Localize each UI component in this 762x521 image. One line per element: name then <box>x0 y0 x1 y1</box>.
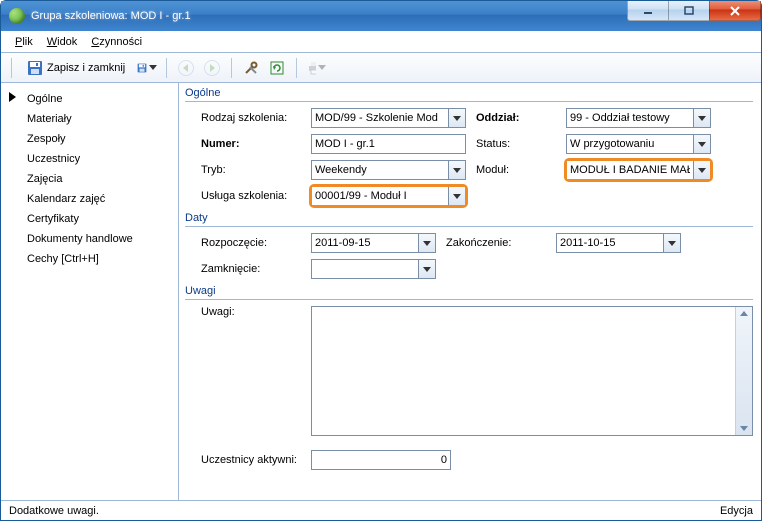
save-icon <box>137 60 147 76</box>
section-dates-legend: Daty <box>185 212 753 227</box>
label-rodzaj: Rodzaj szkolenia: <box>201 112 301 124</box>
status-left: Dodatkowe uwagi. <box>9 505 99 517</box>
window-title: Grupa szkoleniowa: MOD I - gr.1 <box>31 10 191 22</box>
date-start-input[interactable] <box>312 234 418 252</box>
label-start: Rozpoczęcie: <box>201 237 301 249</box>
section-notes: Uwagi Uwagi: Uczestnicy aktywni: <box>185 285 753 470</box>
sidebar-item-classes[interactable]: Zajęcia <box>5 169 174 189</box>
label-numer: Numer: <box>201 138 301 150</box>
dropdown-icon[interactable] <box>693 161 710 179</box>
section-notes-legend: Uwagi <box>185 285 753 300</box>
input-active[interactable] <box>311 450 451 470</box>
label-status: Status: <box>476 138 556 150</box>
sidebar-item-participants[interactable]: Uczestnicy <box>5 149 174 169</box>
combo-oddzial[interactable] <box>566 108 711 128</box>
sidebar-item-documents[interactable]: Dokumenty handlowe <box>5 229 174 249</box>
form-panel: Ogólne Rodzaj szkolenia: Oddział: Numer:… <box>179 83 761 500</box>
label-usluga: Usługa szkolenia: <box>201 190 301 202</box>
dropdown-icon[interactable] <box>418 234 435 252</box>
label-notes: Uwagi: <box>201 306 301 436</box>
tools-icon <box>243 60 259 76</box>
combo-rodzaj[interactable] <box>311 108 466 128</box>
section-dates: Daty Rozpoczęcie: Zakończenie: Zamknięci… <box>185 212 753 279</box>
combo-rodzaj-input[interactable] <box>312 109 448 127</box>
nav-forward-button[interactable] <box>201 57 223 79</box>
combo-status[interactable] <box>566 134 711 154</box>
label-active: Uczestnicy aktywni: <box>201 454 301 466</box>
label-end: Zakończenie: <box>446 237 546 249</box>
save-and-close-button[interactable]: Zapisz i zamknij <box>20 57 132 79</box>
date-close[interactable] <box>311 259 436 279</box>
combo-tryb-input[interactable] <box>312 161 448 179</box>
label-tryb: Tryb: <box>201 164 301 176</box>
combo-oddzial-input[interactable] <box>567 109 693 127</box>
menu-view[interactable]: Widok <box>41 34 84 50</box>
input-active-field[interactable] <box>312 451 450 469</box>
titlebar: Grupa szkoleniowa: MOD I - gr.1 <box>1 1 761 31</box>
sidebar-item-materials[interactable]: Materiały <box>5 109 174 129</box>
print-button[interactable] <box>305 57 327 79</box>
toolbar: Zapisz i zamknij <box>1 53 761 83</box>
date-start[interactable] <box>311 233 436 253</box>
date-end[interactable] <box>556 233 681 253</box>
dropdown-icon[interactable] <box>448 161 465 179</box>
combo-tryb[interactable] <box>311 160 466 180</box>
maximize-button[interactable] <box>668 1 710 21</box>
combo-status-input[interactable] <box>567 135 693 153</box>
sidebar-item-schedule[interactable]: Kalendarz zajęć <box>5 189 174 209</box>
status-right: Edycja <box>720 505 753 517</box>
sidebar-item-attributes[interactable]: Cechy [Ctrl+H] <box>5 249 174 269</box>
combo-usluga-input[interactable] <box>312 187 448 205</box>
combo-modul-input[interactable] <box>567 161 693 179</box>
menubar: Plik Widok Czynności <box>1 31 761 53</box>
section-general-legend: Ogólne <box>185 87 753 102</box>
refresh-icon <box>269 60 285 76</box>
sidebar-item-teams[interactable]: Zespoły <box>5 129 174 149</box>
label-close: Zamknięcie: <box>201 263 301 275</box>
combo-usluga[interactable] <box>311 186 466 206</box>
dropdown-icon[interactable] <box>693 135 710 153</box>
date-close-input[interactable] <box>312 260 418 278</box>
sidebar: Ogólne Materiały Zespoły Uczestnicy Zaję… <box>1 83 179 500</box>
label-oddzial: Oddział: <box>476 112 556 124</box>
dropdown-icon[interactable] <box>693 109 710 127</box>
app-icon <box>9 8 25 24</box>
save-icon <box>27 60 43 76</box>
printer-icon <box>306 60 316 76</box>
statusbar: Dodatkowe uwagi. Edycja <box>1 500 761 520</box>
input-numer[interactable] <box>311 134 466 154</box>
dropdown-icon[interactable] <box>418 260 435 278</box>
dropdown-icon[interactable] <box>448 187 465 205</box>
input-numer-field[interactable] <box>312 135 465 153</box>
save-and-close-label: Zapisz i zamknij <box>47 62 125 74</box>
memo-notes[interactable] <box>311 306 753 436</box>
sidebar-item-general[interactable]: Ogólne <box>5 89 174 109</box>
sidebar-item-certificates[interactable]: Certyfikaty <box>5 209 174 229</box>
window-controls <box>628 1 761 21</box>
dropdown-icon[interactable] <box>448 109 465 127</box>
date-end-input[interactable] <box>557 234 663 252</box>
section-general: Ogólne Rodzaj szkolenia: Oddział: Numer:… <box>185 87 753 206</box>
arrow-left-icon <box>178 60 194 76</box>
refresh-button[interactable] <box>266 57 288 79</box>
scrollbar[interactable] <box>735 307 752 435</box>
nav-back-button[interactable] <box>175 57 197 79</box>
tools-button[interactable] <box>240 57 262 79</box>
label-modul: Moduł: <box>476 164 556 176</box>
combo-modul[interactable] <box>566 160 711 180</box>
dropdown-icon[interactable] <box>663 234 680 252</box>
minimize-button[interactable] <box>627 1 669 21</box>
close-button[interactable] <box>709 1 761 21</box>
menu-actions[interactable]: Czynności <box>85 34 148 50</box>
menu-file[interactable]: Plik <box>9 34 39 50</box>
arrow-right-icon <box>204 60 220 76</box>
memo-notes-input[interactable] <box>312 307 735 435</box>
save-button[interactable] <box>136 57 158 79</box>
